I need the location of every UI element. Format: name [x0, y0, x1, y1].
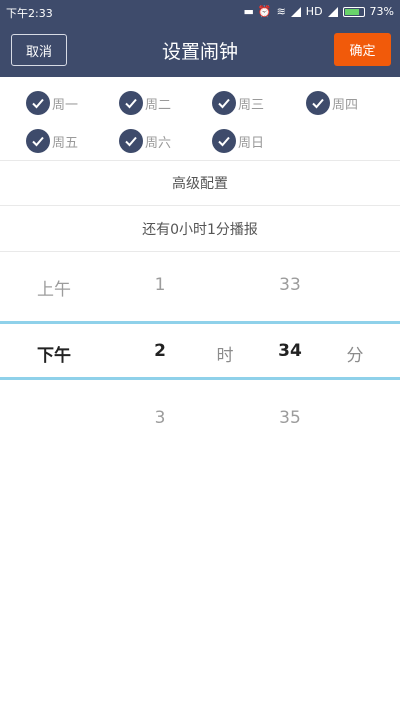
day-tuesday[interactable]: 周二	[119, 90, 171, 116]
ampm-selected[interactable]: 下午	[22, 341, 86, 366]
alarm-icon: ⏰	[257, 5, 272, 18]
signal-icon	[290, 6, 301, 17]
advanced-config-link[interactable]: 高级配置	[0, 173, 400, 193]
page-title: 设置闹钟	[161, 41, 238, 63]
network-type: HD	[305, 5, 323, 18]
status-icons: ▬ ⏰ ≋ HD 73%	[243, 5, 394, 18]
checkmark-icon	[26, 129, 50, 153]
day-thursday[interactable]: 周四	[306, 90, 358, 116]
hour-unit: 时	[216, 346, 234, 366]
day-label: 周五	[52, 135, 79, 151]
hour-option-below[interactable]: 3	[130, 408, 190, 428]
day-label: 周一	[52, 97, 79, 113]
day-label: 周二	[145, 97, 172, 113]
notification-icon: ▬	[243, 5, 253, 18]
day-label: 周六	[145, 135, 172, 151]
minute-selected[interactable]: 34	[260, 341, 320, 361]
day-monday[interactable]: 周一	[26, 90, 78, 116]
battery-icon	[342, 6, 365, 17]
status-bar: 下午2:33 ▬ ⏰ ≋ HD 73%	[0, 0, 400, 24]
divider	[0, 160, 400, 161]
app-header: 下午2:33 ▬ ⏰ ≋ HD 73% 取消 设置闹钟 确定	[0, 0, 400, 77]
day-label: 周四	[332, 97, 359, 113]
checkmark-icon	[212, 91, 236, 115]
ampm-option-above[interactable]: 上午	[22, 275, 86, 300]
hour-option-above[interactable]: 1	[130, 275, 190, 295]
day-wednesday[interactable]: 周三	[212, 90, 264, 116]
minute-unit: 分	[346, 346, 364, 366]
picker-selection-bottom-line	[0, 377, 400, 380]
checkmark-icon	[26, 91, 50, 115]
picker-selection-top-line	[0, 321, 400, 324]
checkmark-icon	[119, 91, 143, 115]
battery-level: 73%	[369, 5, 394, 18]
minute-option-above[interactable]: 33	[260, 275, 320, 295]
checkmark-icon	[119, 129, 143, 153]
wifi-icon: ≋	[276, 5, 286, 18]
day-friday[interactable]: 周五	[26, 128, 78, 154]
day-saturday[interactable]: 周六	[119, 128, 171, 154]
remaining-time-text: 还有0小时1分播报	[142, 222, 258, 238]
day-label: 周日	[238, 135, 265, 151]
weekday-selector: 周一 周二 周三 周四 周五 周六 周日	[0, 77, 400, 160]
checkmark-icon	[306, 91, 330, 115]
hour-selected[interactable]: 2	[130, 341, 190, 361]
checkmark-icon	[212, 129, 236, 153]
confirm-button[interactable]: 确定	[334, 33, 391, 66]
cancel-button[interactable]: 取消	[11, 34, 67, 66]
day-sunday[interactable]: 周日	[212, 128, 264, 154]
status-time: 下午2:33	[6, 7, 53, 20]
divider	[0, 251, 400, 252]
day-label: 周三	[238, 97, 265, 113]
minute-option-below[interactable]: 35	[260, 408, 320, 428]
signal-icon-2	[327, 6, 338, 17]
divider	[0, 205, 400, 206]
